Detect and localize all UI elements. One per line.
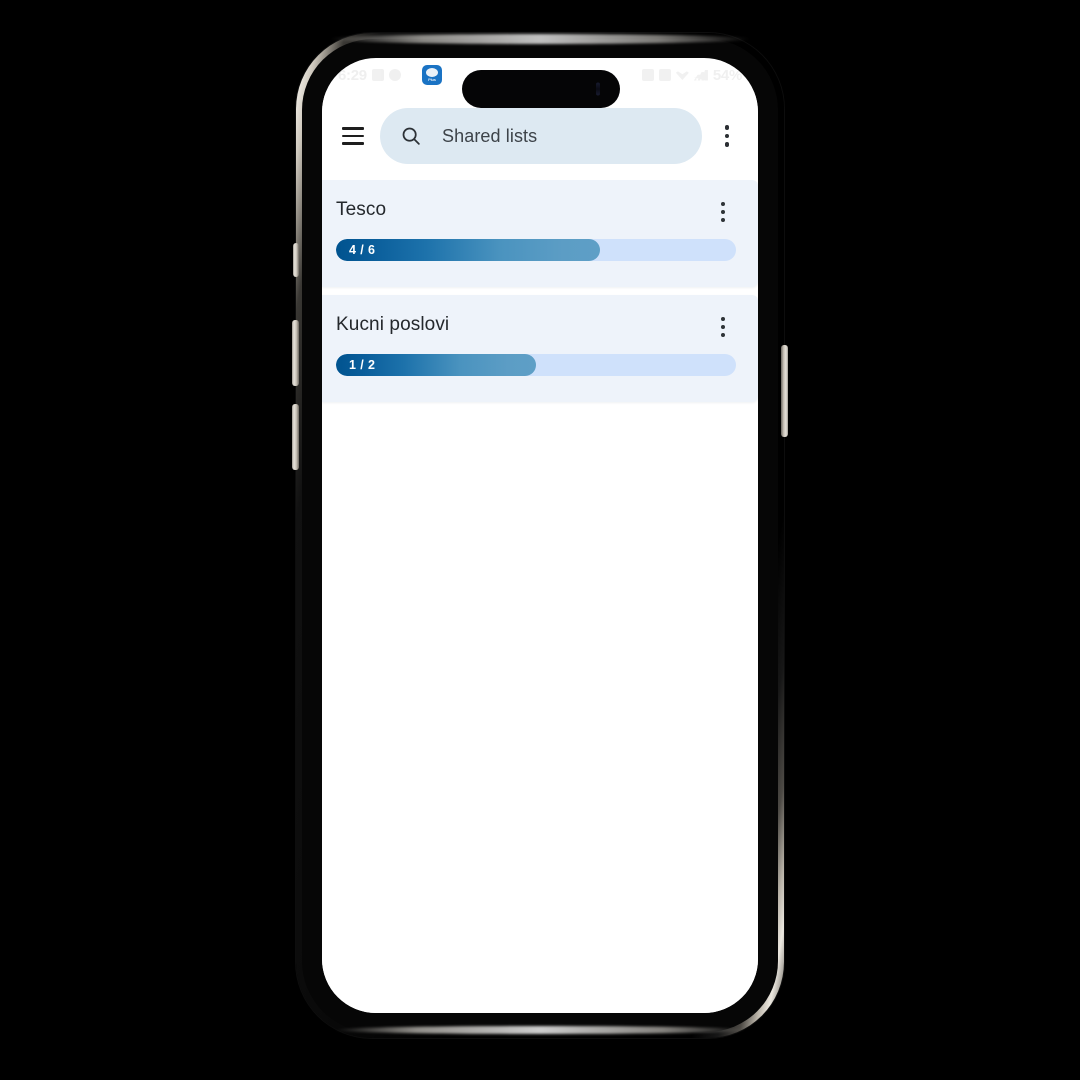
overflow-dot <box>724 125 730 130</box>
frame-gloss-bottom <box>334 1026 746 1034</box>
alarm-icon <box>641 69 654 81</box>
status-bar-right: 54% <box>641 66 742 84</box>
app-badge-label: Plus <box>428 77 436 82</box>
bluetooth-icon <box>658 69 671 81</box>
app-badge-icon: Plus <box>422 65 442 85</box>
volume-up-button[interactable] <box>292 320 299 386</box>
search-input[interactable]: Shared lists <box>380 108 702 164</box>
list-item-progress-track: 1 / 2 <box>336 354 736 376</box>
message-icon <box>371 69 384 81</box>
list-item[interactable]: Tesco 4 / 6 <box>322 180 758 287</box>
hamburger-line <box>342 134 364 138</box>
volume-down-button[interactable] <box>292 404 299 470</box>
power-button[interactable] <box>781 345 788 437</box>
app-bar-overflow-button[interactable] <box>710 119 744 153</box>
overflow-dot <box>724 133 730 139</box>
overflow-dot <box>720 209 726 215</box>
front-camera-icon <box>596 82 600 96</box>
list-item-title: Tesco <box>336 199 387 220</box>
list-item-progress-label: 4 / 6 <box>349 243 376 257</box>
list-item-header: Tesco <box>336 198 736 225</box>
hamburger-line <box>342 142 364 145</box>
list-item-header: Kucni poslovi <box>336 313 736 340</box>
status-bar-clock: 6:29 <box>338 66 367 84</box>
wifi-icon <box>675 71 689 80</box>
silent-switch-button[interactable] <box>293 243 299 277</box>
list-item-progress-track: 4 / 6 <box>336 239 736 261</box>
list-item-title: Kucni poslovi <box>336 314 450 335</box>
overflow-dot <box>720 201 726 207</box>
list-item-overflow-button[interactable] <box>710 314 736 340</box>
list-item[interactable]: Kucni poslovi 1 / 2 <box>322 295 758 402</box>
dynamic-island <box>462 70 620 108</box>
app-badge-glyph <box>426 68 438 77</box>
overflow-dot <box>720 316 726 322</box>
frame-gloss-top <box>330 34 750 44</box>
hamburger-line <box>342 127 364 130</box>
list-item-progress-label: 1 / 2 <box>349 358 376 372</box>
shared-lists-container: Tesco 4 / 6 Kucni poslovi 1 / 2 <box>322 180 758 1013</box>
signal-icon <box>693 69 708 81</box>
list-item-progress-fill: 4 / 6 <box>336 239 600 261</box>
overflow-dot <box>720 332 726 338</box>
list-item-overflow-button[interactable] <box>710 199 736 225</box>
phone-screen: 6:29 54% Plus Shared lists Tesco 4 / 6 K… <box>322 58 758 1013</box>
search-input-value: Shared lists <box>442 125 538 146</box>
overflow-dot <box>720 324 726 330</box>
battery-percent-label: 54% <box>712 66 742 84</box>
overflow-dot <box>724 142 730 147</box>
search-icon <box>402 127 420 145</box>
screenshot-stage: 6:29 54% Plus Shared lists Tesco 4 / 6 K… <box>0 0 1080 1080</box>
overflow-dot <box>720 217 726 223</box>
status-bar-left: 6:29 <box>338 67 401 84</box>
hamburger-menu-icon[interactable] <box>336 119 370 153</box>
photo-icon <box>388 69 401 81</box>
list-item-progress-fill: 1 / 2 <box>336 354 536 376</box>
